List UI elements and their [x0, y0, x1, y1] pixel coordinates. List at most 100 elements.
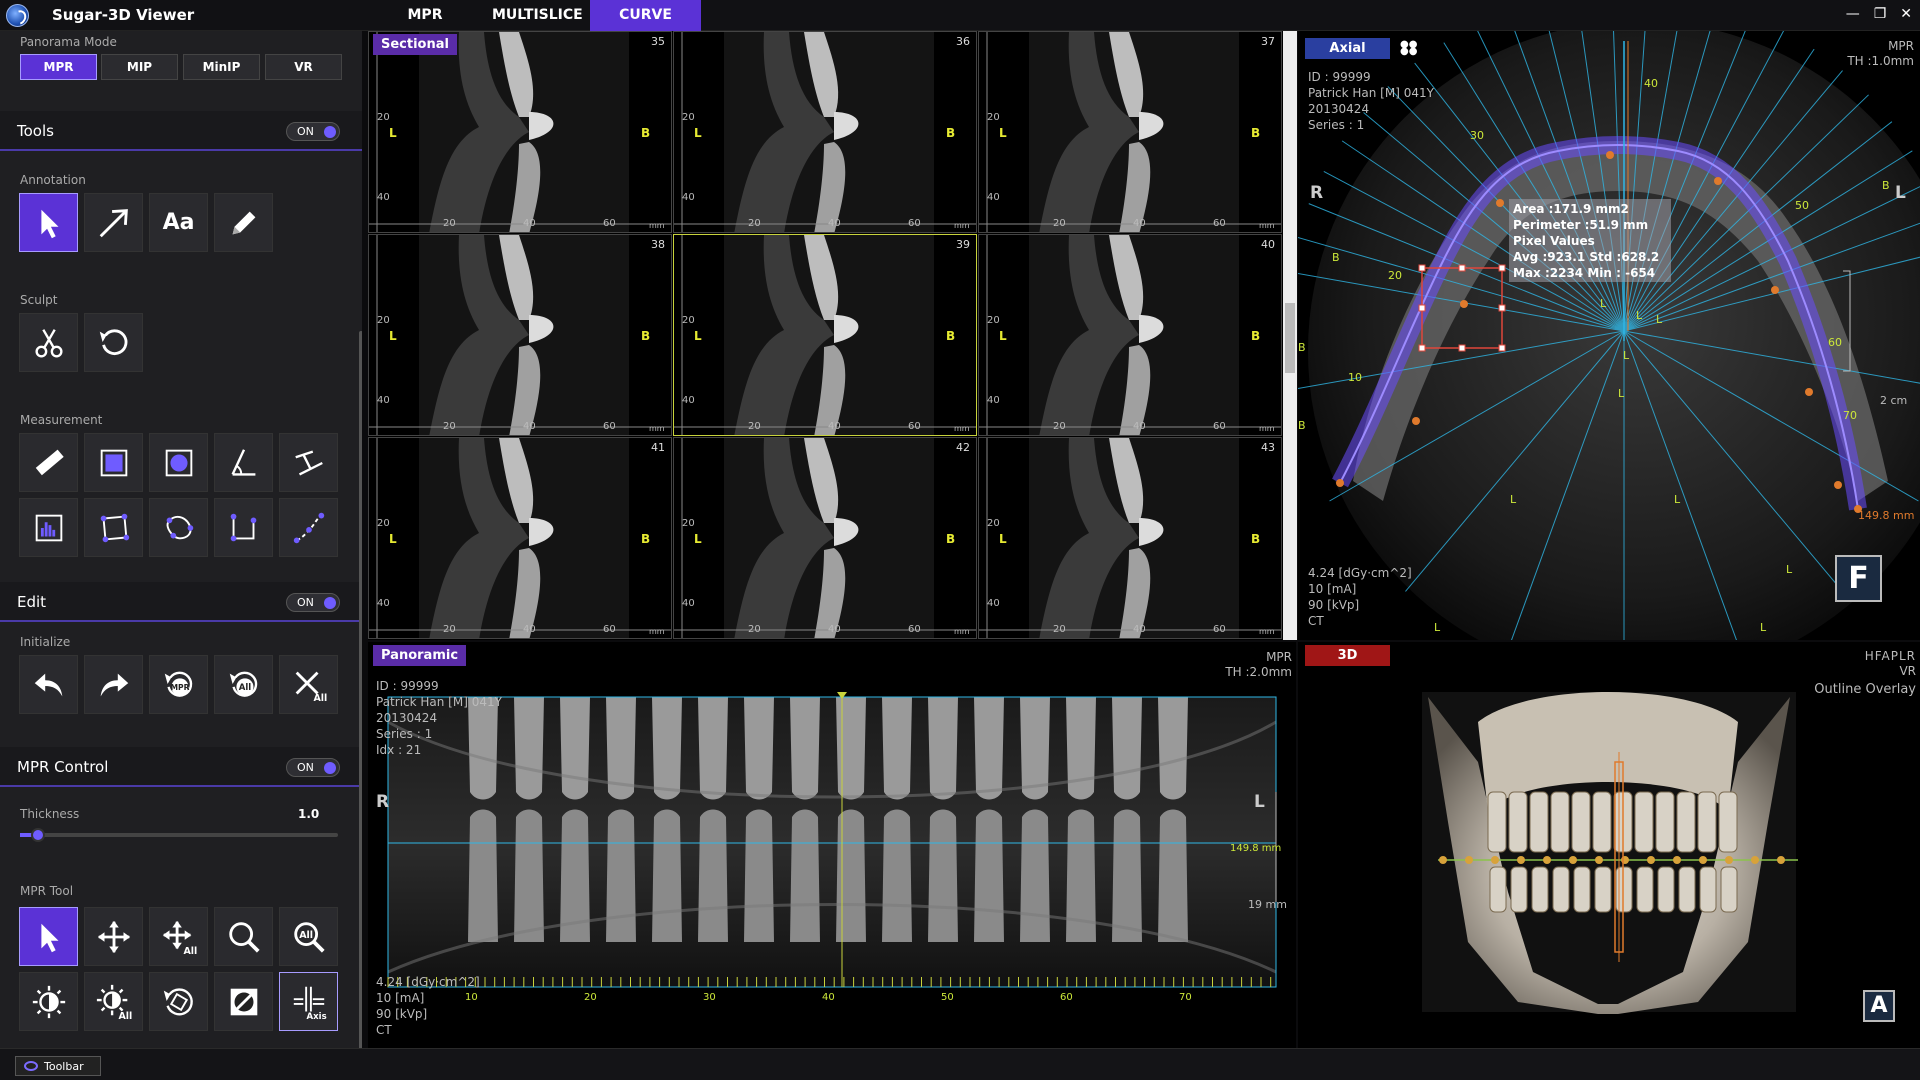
slice-tick-label: 40: [828, 624, 841, 635]
slice-tick-label: 40: [377, 598, 390, 609]
select-arrow-button[interactable]: [19, 193, 78, 252]
sculpt-reset-button[interactable]: [84, 313, 143, 372]
edit-toggle[interactable]: ON: [286, 593, 340, 612]
slice-tick-label: 20: [987, 315, 1000, 326]
sectional-cell[interactable]: 37 L B 20 40 20 40 60 mm: [978, 31, 1282, 233]
mode-minip-button[interactable]: MinIP: [183, 54, 260, 80]
axis-button[interactable]: Axis: [279, 972, 338, 1031]
window-level-all-button[interactable]: All: [84, 972, 143, 1031]
rect-roi-button[interactable]: [84, 433, 143, 492]
pan-modality: CT: [376, 1023, 392, 1037]
mode-mpr-button[interactable]: MPR: [20, 54, 97, 80]
pan-tick-label: 40: [822, 992, 835, 1003]
vr-3d-viewer[interactable]: 3D HFAPLR VR Outline Overlay A: [1298, 642, 1920, 1048]
histogram-button[interactable]: [19, 498, 78, 557]
pan-patient-series: Series : 1: [376, 727, 433, 741]
pencil-annotation-button[interactable]: [214, 193, 273, 252]
panoramic-viewer[interactable]: Panoramic ID : 99999 Patrick Han [M] 041…: [368, 642, 1296, 1048]
vr-lower-tooth: [1615, 866, 1633, 913]
ruler-button[interactable]: [19, 433, 78, 492]
cobb-angle-button[interactable]: [279, 433, 338, 492]
vr-guide-point: [1595, 856, 1603, 864]
axial-viewer[interactable]: Axial ●● ●● ID : 99999 Patrick Han [M] 04…: [1298, 31, 1920, 640]
sectional-cell[interactable]: 43 L B 20 40 20 40 60 mm: [978, 437, 1282, 639]
sectional-cell[interactable]: 36 L B 20 40 20 40 60 mm: [673, 31, 977, 233]
slice-tick-label: 20: [987, 518, 1000, 529]
sectional-scroll-thumb[interactable]: [1285, 303, 1295, 373]
sectional-cell[interactable]: 35 L B 20 40 20 40 60 mm: [368, 31, 672, 233]
curve-distance-button[interactable]: [279, 498, 338, 557]
point-distance-button[interactable]: [214, 498, 273, 557]
sectional-scrollbar[interactable]: [1283, 31, 1297, 640]
app-title: Sugar-3D Viewer: [52, 6, 195, 24]
redo-icon: [100, 673, 128, 696]
sectional-cell[interactable]: 42 L B 20 40 20 40 60 mm: [673, 437, 977, 639]
vr-guide-point: [1569, 856, 1577, 864]
invert-button[interactable]: [214, 972, 273, 1031]
vr-guide-point: [1491, 856, 1499, 864]
tab-multislice[interactable]: MULTISLICE: [476, 0, 590, 31]
slice-tick-label: 40: [682, 192, 695, 203]
tools-header: Tools ON: [0, 111, 362, 151]
left-panel-scrollbar[interactable]: [359, 331, 362, 1048]
slice-tick-label: 60: [908, 624, 921, 635]
pan-button[interactable]: [84, 907, 143, 966]
sectional-cell[interactable]: 40 L B 20 40 20 40 60 mm: [978, 234, 1282, 436]
mpr-pointer-button[interactable]: [19, 907, 78, 966]
mpr-control-toggle[interactable]: ON: [286, 758, 340, 777]
toggle-dot: [324, 762, 336, 774]
panoramic-patient-info: ID : 99999 Patrick Han [M] 041Y 20130424…: [376, 678, 502, 758]
slice-orient-right: B: [1251, 329, 1261, 343]
slice-orient-right: B: [946, 126, 956, 140]
arrow-icon: [99, 208, 128, 237]
mode-mip-button[interactable]: MIP: [101, 54, 178, 80]
histogram-icon: [35, 514, 62, 541]
vr-label: 3D: [1305, 645, 1390, 666]
ellipse-roi-button[interactable]: [149, 433, 208, 492]
polygon-roi-button[interactable]: [84, 498, 143, 557]
redo-button[interactable]: [84, 655, 143, 714]
sectional-cell[interactable]: 38 L B 20 40 20 40 60 mm: [368, 234, 672, 436]
lower-tooth: [1020, 809, 1050, 942]
angle-label-40: 40: [1644, 77, 1658, 90]
undo-button[interactable]: [19, 655, 78, 714]
slice-tick-label: 20: [1053, 218, 1066, 229]
reset-all-button[interactable]: All: [214, 655, 273, 714]
reset-mpr-button[interactable]: MPR: [149, 655, 208, 714]
vr-lower-tooth: [1678, 866, 1696, 913]
delete-all-button[interactable]: All: [279, 655, 338, 714]
tab-curve[interactable]: CURVE: [590, 0, 701, 31]
sectional-cell[interactable]: 39 L B 20 40 20 40 60 mm: [673, 234, 977, 436]
sectional-viewer[interactable]: 35 L B 20 40 20 40 60 mm 36 L B 20 40 20 40 60 mm 37 L B 20 40…: [368, 31, 1285, 640]
angle-button[interactable]: [214, 433, 273, 492]
tab-mpr[interactable]: MPR: [374, 0, 476, 31]
mode-vr-button[interactable]: VR: [265, 54, 342, 80]
arrow-annotation-button[interactable]: [84, 193, 143, 252]
zoom-button[interactable]: [214, 907, 273, 966]
vr-mode: VR: [1899, 664, 1916, 678]
toolbar-button[interactable]: Toolbar: [15, 1056, 101, 1076]
text-annotation-button[interactable]: Aa: [149, 193, 208, 252]
thickness-slider-knob[interactable]: [30, 828, 45, 842]
pan-all-button[interactable]: All: [149, 907, 208, 966]
pointer-icon: [40, 209, 58, 238]
tools-toggle[interactable]: ON: [286, 122, 340, 141]
thickness-slider[interactable]: [20, 828, 338, 842]
main-tabs: MPR MULTISLICE CURVE: [374, 0, 701, 31]
restore-icon[interactable]: ❐: [1874, 6, 1887, 22]
vr-orient: HFAPLR: [1864, 649, 1916, 663]
rotate-button[interactable]: [149, 972, 208, 1031]
close-icon[interactable]: ✕: [1900, 6, 1912, 22]
minimize-icon[interactable]: —: [1846, 6, 1860, 22]
slice-tick-label: 20: [443, 624, 456, 635]
polygon-icon: [100, 513, 129, 542]
freehand-roi-button[interactable]: [149, 498, 208, 557]
zoom-all-button[interactable]: All: [279, 907, 338, 966]
window-level-button[interactable]: [19, 972, 78, 1031]
sculpt-cut-button[interactable]: [19, 313, 78, 372]
upper-tooth: [882, 697, 912, 800]
upper-tooth: [1066, 697, 1096, 800]
upper-tooth: [836, 697, 866, 800]
sectional-cell[interactable]: 41 L B 20 40 20 40 60 mm: [368, 437, 672, 639]
reset-all-icon: All: [229, 671, 257, 697]
